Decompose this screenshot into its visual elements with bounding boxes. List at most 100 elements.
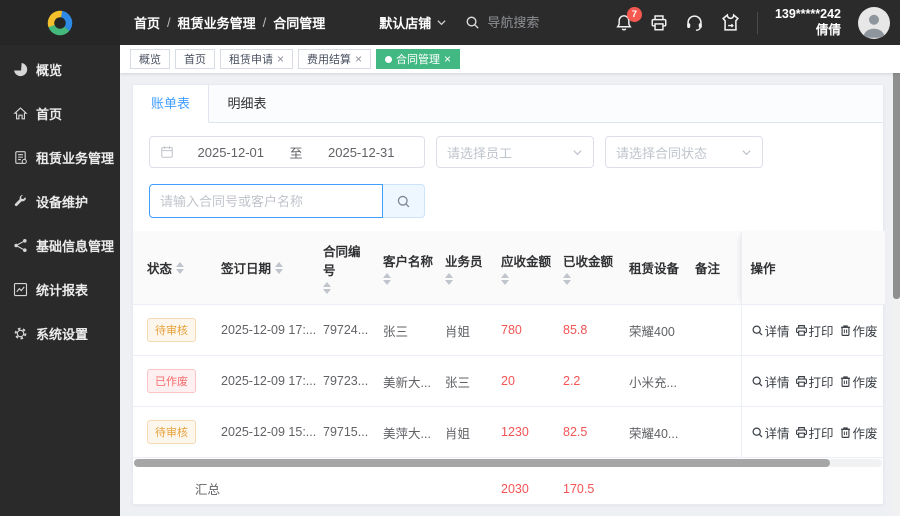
- sidebar-item-overview[interactable]: 概览: [0, 47, 120, 91]
- tab-label: 合同管理: [396, 54, 441, 66]
- close-icon[interactable]: ×: [277, 53, 284, 65]
- void-button[interactable]: 作废: [839, 423, 878, 442]
- cell-sign-date: 2025-12-09 15:...: [215, 406, 317, 458]
- date-end-input[interactable]: [308, 144, 415, 160]
- customer-service-button[interactable]: [685, 13, 704, 32]
- col-contract-no[interactable]: 合同编号: [317, 231, 377, 305]
- sort-icon[interactable]: [501, 272, 509, 285]
- tab-detail-table[interactable]: 明细表: [209, 85, 285, 122]
- print-button[interactable]: 打印: [795, 321, 834, 340]
- search-button[interactable]: [383, 184, 425, 218]
- user-name: 倩倩: [815, 22, 841, 37]
- sidebar-item-home[interactable]: 首页: [0, 91, 120, 135]
- avatar[interactable]: [858, 6, 890, 39]
- sidebar: 概览 首页 租赁业务管理 设备维护 基础信息管理 统计报表 系统设置: [0, 0, 120, 516]
- tag-tab-bar: 概览 首页 租赁申请 × 费用结算 × 合同管理 ×: [120, 45, 900, 73]
- contract-status-placeholder: 请选择合同状态: [616, 145, 708, 161]
- sidebar-item-settings[interactable]: 系统设置: [0, 311, 120, 355]
- sort-icon[interactable]: [445, 272, 453, 285]
- sidebar-item-base-info[interactable]: 基础信息管理: [0, 223, 120, 267]
- summary-receivable: 2030: [495, 467, 558, 511]
- cell-salesman: 肖姐: [439, 406, 495, 458]
- sidebar-item-device-maintenance[interactable]: 设备维护: [0, 179, 120, 223]
- summary-label: 汇总: [133, 467, 318, 511]
- vertical-scrollbar-thumb[interactable]: [893, 47, 900, 299]
- sort-icon[interactable]: [323, 282, 331, 294]
- col-salesman[interactable]: 业务员: [439, 231, 495, 305]
- print-button[interactable]: 打印: [795, 372, 834, 391]
- vertical-scrollbar[interactable]: [893, 45, 900, 516]
- content-card: 账单表 明细表 至 请选择员工 请选择合同状态: [132, 84, 886, 511]
- cell-salesman: 张三: [439, 355, 495, 407]
- horizontal-scrollbar-thumb[interactable]: [134, 459, 830, 467]
- contracts-table: 状态 签订日期 合同编号 客户名称 业务员 应收金额 已收金额 租赁设备 备注 …: [133, 231, 886, 511]
- header-actions: 7 139*****242 倩倩: [615, 6, 900, 39]
- sidebar-item-rental-management[interactable]: 租赁业务管理: [0, 135, 120, 179]
- nav-search-input[interactable]: [487, 15, 608, 30]
- cell-sign-date: 2025-12-09 17:...: [215, 355, 317, 407]
- filter-section: 至 请选择员工 请选择合同状态: [133, 123, 883, 218]
- table-row: 待审核 2025-12-09 17:... 79724... 张三 肖姐 780…: [133, 304, 885, 356]
- sort-icon[interactable]: [176, 261, 185, 274]
- contract-status-select[interactable]: 请选择合同状态: [605, 136, 763, 168]
- cell-device: 荣耀40...: [623, 406, 689, 458]
- col-device: 租赁设备: [623, 231, 689, 305]
- col-received[interactable]: 已收金额: [557, 231, 623, 305]
- detail-button[interactable]: 详情: [751, 372, 790, 391]
- person-icon: [863, 14, 885, 38]
- gear-icon: [13, 326, 28, 341]
- col-status[interactable]: 状态: [133, 231, 215, 305]
- breadcrumb-item[interactable]: 合同管理: [273, 13, 325, 32]
- store-switch-button[interactable]: [721, 13, 740, 32]
- sort-icon[interactable]: [563, 272, 571, 285]
- notifications-button[interactable]: 7: [615, 6, 642, 32]
- void-icon: [840, 426, 850, 438]
- employee-select[interactable]: 请选择员工: [436, 136, 594, 168]
- detail-icon: [752, 427, 762, 437]
- close-icon[interactable]: ×: [355, 53, 362, 65]
- nav-search: [465, 15, 608, 30]
- tab-home[interactable]: 首页: [175, 49, 215, 69]
- col-receivable[interactable]: 应收金额: [495, 231, 557, 305]
- summary-table: 汇总 2030 170.5: [133, 467, 886, 511]
- cell-remark: [689, 304, 741, 356]
- horizontal-scrollbar[interactable]: [134, 459, 882, 467]
- col-customer[interactable]: 客户名称: [377, 231, 439, 305]
- date-start-input[interactable]: [178, 144, 284, 160]
- sort-icon[interactable]: [275, 261, 284, 274]
- print-button[interactable]: 打印: [795, 423, 834, 442]
- headset-icon: [687, 15, 702, 31]
- chevron-down-icon: [742, 149, 751, 155]
- tab-rental-apply[interactable]: 租赁申请 ×: [220, 49, 294, 69]
- summary-row: 汇总 2030 170.5: [133, 467, 886, 511]
- sort-icon[interactable]: [383, 272, 391, 285]
- col-sign-date[interactable]: 签订日期: [215, 231, 317, 305]
- sidebar-item-label: 设备维护: [36, 194, 89, 210]
- date-range-picker[interactable]: 至: [149, 136, 425, 168]
- print-icon: [795, 375, 807, 387]
- tab-fee-settlement[interactable]: 费用结算 ×: [298, 49, 372, 69]
- tab-contract-management[interactable]: 合同管理 ×: [376, 49, 461, 69]
- keyword-search-input[interactable]: [149, 184, 383, 218]
- detail-button[interactable]: 详情: [751, 321, 790, 340]
- app-logo[interactable]: [0, 0, 120, 45]
- user-info: 139*****242 倩倩: [775, 7, 841, 38]
- close-icon[interactable]: ×: [444, 53, 451, 65]
- wrench-icon: [13, 194, 28, 209]
- search-icon: [397, 195, 410, 207]
- breadcrumb-item[interactable]: 首页: [134, 13, 160, 32]
- sidebar-item-reports[interactable]: 统计报表: [0, 267, 120, 311]
- store-selector[interactable]: 默认店铺: [379, 13, 447, 32]
- breadcrumb-item[interactable]: 租赁业务管理: [178, 13, 256, 32]
- printer-icon: [651, 14, 667, 30]
- tab-overview[interactable]: 概览: [130, 49, 170, 69]
- tab-bill-table[interactable]: 账单表: [133, 85, 209, 123]
- cell-customer: 张三: [377, 304, 439, 356]
- print-button[interactable]: [650, 14, 668, 32]
- void-button[interactable]: 作废: [839, 372, 878, 391]
- cell-device: 荣耀400: [623, 304, 689, 356]
- document-icon: [13, 150, 28, 165]
- void-button[interactable]: 作废: [839, 321, 878, 340]
- sidebar-menu: 概览 首页 租赁业务管理 设备维护 基础信息管理 统计报表 系统设置: [0, 45, 120, 355]
- detail-button[interactable]: 详情: [751, 423, 790, 442]
